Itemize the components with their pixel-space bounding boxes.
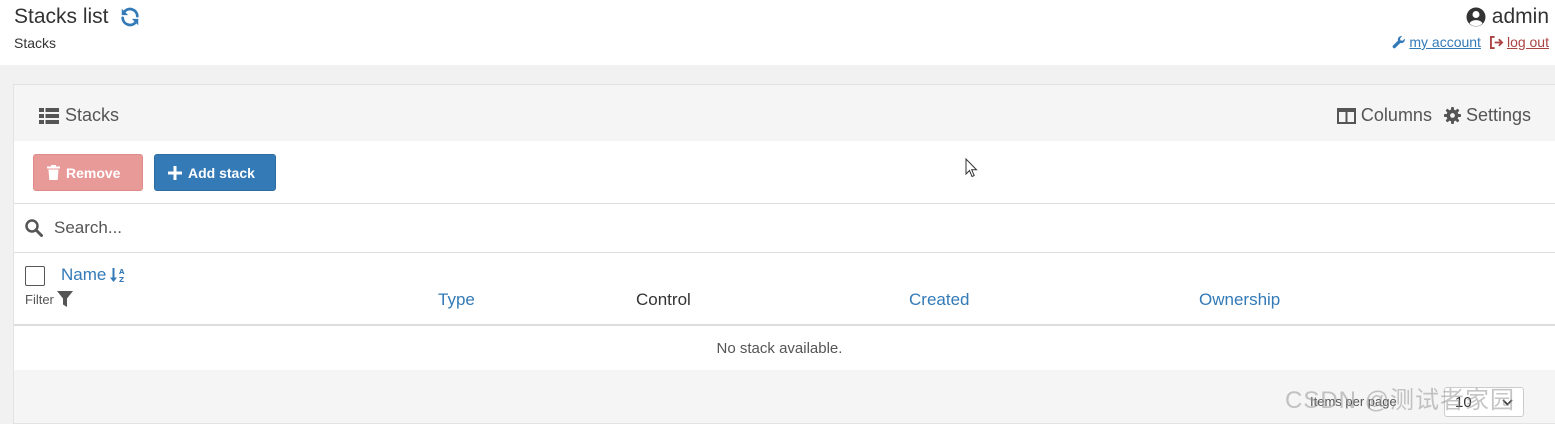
user-circle-icon (1466, 7, 1486, 27)
watermark: CSDN @测试者家园 (1285, 387, 1516, 414)
sign-out-icon (1489, 35, 1504, 49)
panel-heading: Stacks Columns Settings (14, 85, 1555, 141)
column-header-ownership[interactable]: Ownership (1199, 290, 1280, 310)
columns-button[interactable]: Columns (1336, 105, 1432, 126)
svg-text:A: A (119, 268, 125, 276)
user-menu: admin (1466, 5, 1549, 29)
page-title: Stacks list (14, 5, 141, 29)
page-header: Stacks list Stacks admin my account log … (0, 0, 1555, 65)
panel-actions: Columns Settings (1336, 105, 1531, 126)
trash-icon (47, 165, 60, 180)
settings-button[interactable]: Settings (1443, 105, 1531, 126)
search-icon (25, 219, 43, 237)
column-header-type[interactable]: Type (438, 290, 475, 310)
column-header-created[interactable]: Created (909, 290, 969, 310)
svg-text:Z: Z (119, 276, 124, 283)
username: admin (1491, 5, 1549, 28)
search-input[interactable] (54, 214, 654, 242)
plus-icon (168, 165, 182, 180)
log-out-link[interactable]: log out (1489, 34, 1549, 50)
mouse-cursor-icon (965, 158, 978, 178)
wrench-icon (1393, 36, 1406, 49)
gear-icon (1443, 107, 1461, 124)
my-account-label: my account (1409, 34, 1481, 50)
panel-title: Stacks (39, 105, 119, 126)
columns-label: Columns (1360, 105, 1432, 125)
search-bar (14, 204, 1555, 253)
table-header: Name A Z Filter Type Control Created Own… (14, 253, 1555, 326)
add-stack-label: Add stack (188, 164, 255, 181)
column-header-name-label: Name (61, 265, 107, 284)
columns-icon (1336, 107, 1356, 124)
select-all-checkbox[interactable] (25, 266, 45, 286)
empty-message: No stack available. (14, 326, 1555, 370)
list-icon (39, 107, 59, 124)
sort-alpha-icon: A Z (110, 268, 125, 283)
actions-toolbar: Remove Add stack (14, 141, 1555, 204)
account-links: my account log out (1392, 34, 1549, 50)
remove-button[interactable]: Remove (33, 154, 143, 191)
filter-label: Filter (25, 292, 54, 307)
filter-icon (56, 291, 73, 307)
remove-label: Remove (66, 164, 121, 181)
refresh-icon[interactable] (119, 6, 141, 28)
log-out-label: log out (1506, 34, 1549, 50)
add-stack-button[interactable]: Add stack (154, 154, 276, 191)
panel-title-text: Stacks (65, 105, 120, 125)
column-header-control: Control (636, 290, 691, 309)
breadcrumb: Stacks (14, 35, 57, 51)
stacks-panel: Stacks Columns Settings Remove Add stack… (13, 84, 1555, 424)
settings-label: Settings (1465, 105, 1531, 125)
name-filter[interactable]: Filter (25, 291, 73, 308)
page-title-text: Stacks list (14, 5, 109, 28)
my-account-link[interactable]: my account (1392, 34, 1481, 50)
column-header-name[interactable]: Name A Z (61, 265, 126, 285)
